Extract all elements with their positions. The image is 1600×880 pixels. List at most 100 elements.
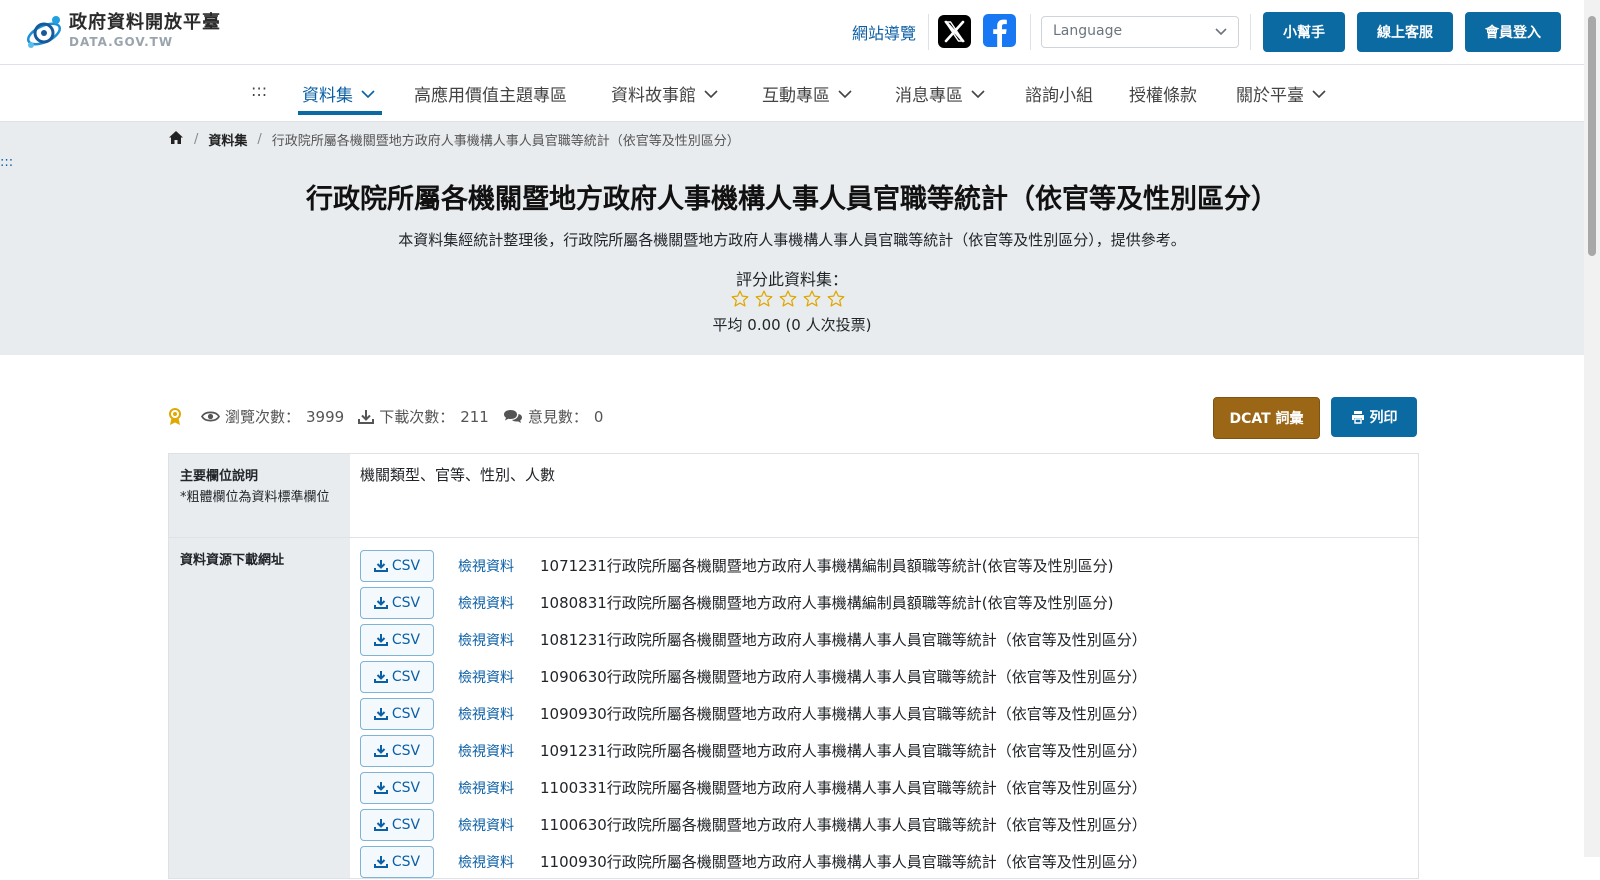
nav-item-label: 授權條款 (1129, 86, 1197, 106)
csv-download-button[interactable]: CSV (360, 549, 434, 582)
csv-download-button[interactable]: CSV (360, 734, 434, 767)
csv-download-button[interactable]: CSV (360, 586, 434, 619)
logo-subtitle: DATA.GOV.TW (69, 35, 174, 49)
breadcrumb-home[interactable] (168, 130, 184, 149)
content-accesskey[interactable]: ::: (0, 155, 13, 170)
dataset-hero: ::: / 資料集 / 行政院所屬各機關暨地方政府人事機構人事人員官職等統計（依… (0, 122, 1584, 355)
breadcrumb-separator: / (257, 132, 262, 147)
download-icon (373, 560, 388, 572)
nav-item-news[interactable]: 消息專區 (895, 81, 985, 106)
view-data-link[interactable]: 檢視資料 (458, 630, 540, 650)
table-row-resources: 資料資源下載網址 CSV 檢視資料 1071231行政院所屬各機關暨地方政府人事機構… (169, 538, 1418, 879)
comment-count: 意見數： 0 (503, 406, 603, 427)
resource-row: CSV 檢視資料 1100630行政院所屬各機關暨地方政府人事機構人事人員官職等統計… (360, 806, 1408, 843)
site-logo[interactable]: 政府資料開放平臺 DATA.GOV.TW (23, 10, 221, 52)
rating-label: 評分此資料集： (735, 270, 848, 289)
csv-download-button[interactable]: CSV (360, 697, 434, 730)
fields-header: 主要欄位說明 (180, 469, 259, 484)
home-icon (169, 131, 183, 144)
view-data-link[interactable]: 檢視資料 (458, 815, 540, 835)
eye-icon (201, 411, 220, 422)
star-icon[interactable] (754, 289, 774, 309)
download-icon (373, 745, 388, 757)
nav-item-label: 高應用價值主題專區 (414, 86, 567, 106)
view-data-link[interactable]: 檢視資料 (458, 704, 540, 724)
fields-value: 機關類型、官等、性別、人數 (360, 466, 556, 484)
nav-item-data-stories[interactable]: 資料故事館 (611, 81, 718, 106)
resource-row: CSV 檢視資料 1090630行政院所屬各機關暨地方政府人事機構人事人員官職等統計… (360, 658, 1408, 695)
view-data-link[interactable]: 檢視資料 (458, 852, 540, 872)
download-icon (358, 410, 375, 424)
helper-button[interactable]: 小幫手 (1263, 12, 1345, 52)
download-icon (373, 782, 388, 794)
star-icon[interactable] (826, 289, 846, 309)
page-title: 行政院所屬各機關暨地方政府人事機構人事人員官職等統計（依官等及性別區分） (306, 184, 1278, 215)
online-service-button[interactable]: 線上客服 (1357, 12, 1453, 52)
nav-item-datasets[interactable]: 資料集 (302, 81, 375, 106)
csv-download-button[interactable]: CSV (360, 845, 434, 878)
view-data-link[interactable]: 檢視資料 (458, 667, 540, 687)
accesskey-anchor[interactable]: ::: (251, 81, 267, 100)
chevron-down-icon (361, 89, 375, 98)
star-icon[interactable] (778, 289, 798, 309)
view-count-value: 3999 (306, 407, 345, 426)
resource-row: CSV 檢視資料 1090930行政院所屬各機關暨地方政府人事機構人事人員官職等統計… (360, 695, 1408, 732)
download-icon (373, 597, 388, 609)
fields-note: *粗體欄位為資料標準欄位 (180, 490, 330, 505)
table-row-fields: 主要欄位說明 *粗體欄位為資料標準欄位 機關類型、官等、性別、人數 (169, 454, 1418, 538)
page-scrollbar[interactable] (1584, 0, 1600, 857)
nav-item-label: 關於平臺 (1236, 86, 1304, 106)
x-logo-icon (944, 20, 965, 43)
download-icon (373, 819, 388, 831)
resource-name: 1090630行政院所屬各機關暨地方政府人事機構人事人員官職等統計（依官等及性別… (540, 668, 1147, 686)
resource-row: CSV 檢視資料 1071231行政院所屬各機關暨地方政府人事機構編制員額職等統計(… (360, 547, 1408, 584)
csv-download-button[interactable]: CSV (360, 808, 434, 841)
divider (1030, 14, 1031, 50)
view-data-link[interactable]: 檢視資料 (458, 741, 540, 761)
star-icon[interactable] (802, 289, 822, 309)
member-login-button[interactable]: 會員登入 (1465, 12, 1561, 52)
logo-icon (26, 16, 62, 48)
csv-download-button[interactable]: CSV (360, 771, 434, 804)
x-twitter-button[interactable] (938, 15, 971, 48)
dataset-description: 本資料集經統計整理後，行政院所屬各機關暨地方政府人事機構人事人員官職等統計（依官… (398, 231, 1186, 249)
resource-name: 1090930行政院所屬各機關暨地方政府人事機構人事人員官職等統計（依官等及性別… (540, 705, 1147, 723)
sitemap-link[interactable]: 網站導覽 (852, 20, 916, 44)
chevron-down-icon (971, 89, 985, 98)
csv-label: CSV (391, 705, 421, 722)
nav-item-license[interactable]: 授權條款 (1129, 81, 1197, 106)
view-count: 瀏覽次數： 3999 (201, 406, 344, 427)
csv-label: CSV (391, 816, 421, 833)
print-button[interactable]: 列印 (1331, 397, 1417, 437)
breadcrumb: / 資料集 / 行政院所屬各機關暨地方政府人事機構人事人員官職等統計（依官等及性… (168, 130, 740, 149)
resource-name: 1071231行政院所屬各機關暨地方政府人事機構編制員額職等統計(依官等及性別區… (540, 557, 1114, 575)
logo-title: 政府資料開放平臺 (69, 12, 221, 33)
rating-stars (730, 289, 846, 309)
nav-item-high-value-topics[interactable]: 高應用價值主題專區 (414, 81, 567, 106)
download-count-value: 211 (460, 407, 489, 426)
dcat-vocabulary-button[interactable]: DCAT 詞彙 (1213, 397, 1320, 439)
top-header: 政府資料開放平臺 DATA.GOV.TW 網站導覽 Language 小幫手 線… (0, 0, 1584, 65)
resource-name: 1100930行政院所屬各機關暨地方政府人事機構人事人員官職等統計（依官等及性別… (540, 853, 1147, 871)
csv-download-button[interactable]: CSV (360, 660, 434, 693)
csv-download-button[interactable]: CSV (360, 623, 434, 656)
breadcrumb-datasets[interactable]: 資料集 (208, 130, 247, 149)
chevron-down-icon (1215, 28, 1227, 36)
scrollbar-thumb[interactable] (1588, 16, 1596, 256)
nav-item-about[interactable]: 關於平臺 (1236, 81, 1326, 106)
language-select[interactable]: Language (1041, 16, 1239, 48)
csv-label: CSV (391, 594, 421, 611)
view-data-link[interactable]: 檢視資料 (458, 556, 540, 576)
nav-item-advisory-group[interactable]: 諮詢小組 (1025, 81, 1093, 106)
resource-name: 1091231行政院所屬各機關暨地方政府人事機構人事人員官職等統計（依官等及性別… (540, 742, 1147, 760)
view-count-label: 瀏覽次數： (225, 408, 301, 426)
breadcrumb-separator: / (194, 132, 199, 147)
view-data-link[interactable]: 檢視資料 (458, 593, 540, 613)
facebook-button[interactable] (983, 14, 1016, 47)
view-data-link[interactable]: 檢視資料 (458, 778, 540, 798)
resource-row: CSV 檢視資料 1100331行政院所屬各機關暨地方政府人事機構人事人員官職等統計… (360, 769, 1408, 806)
nav-item-interactive[interactable]: 互動專區 (762, 81, 852, 106)
resource-row: CSV 檢視資料 1091231行政院所屬各機關暨地方政府人事機構人事人員官職等統計… (360, 732, 1408, 769)
star-icon[interactable] (730, 289, 750, 309)
quality-badge (168, 407, 187, 426)
